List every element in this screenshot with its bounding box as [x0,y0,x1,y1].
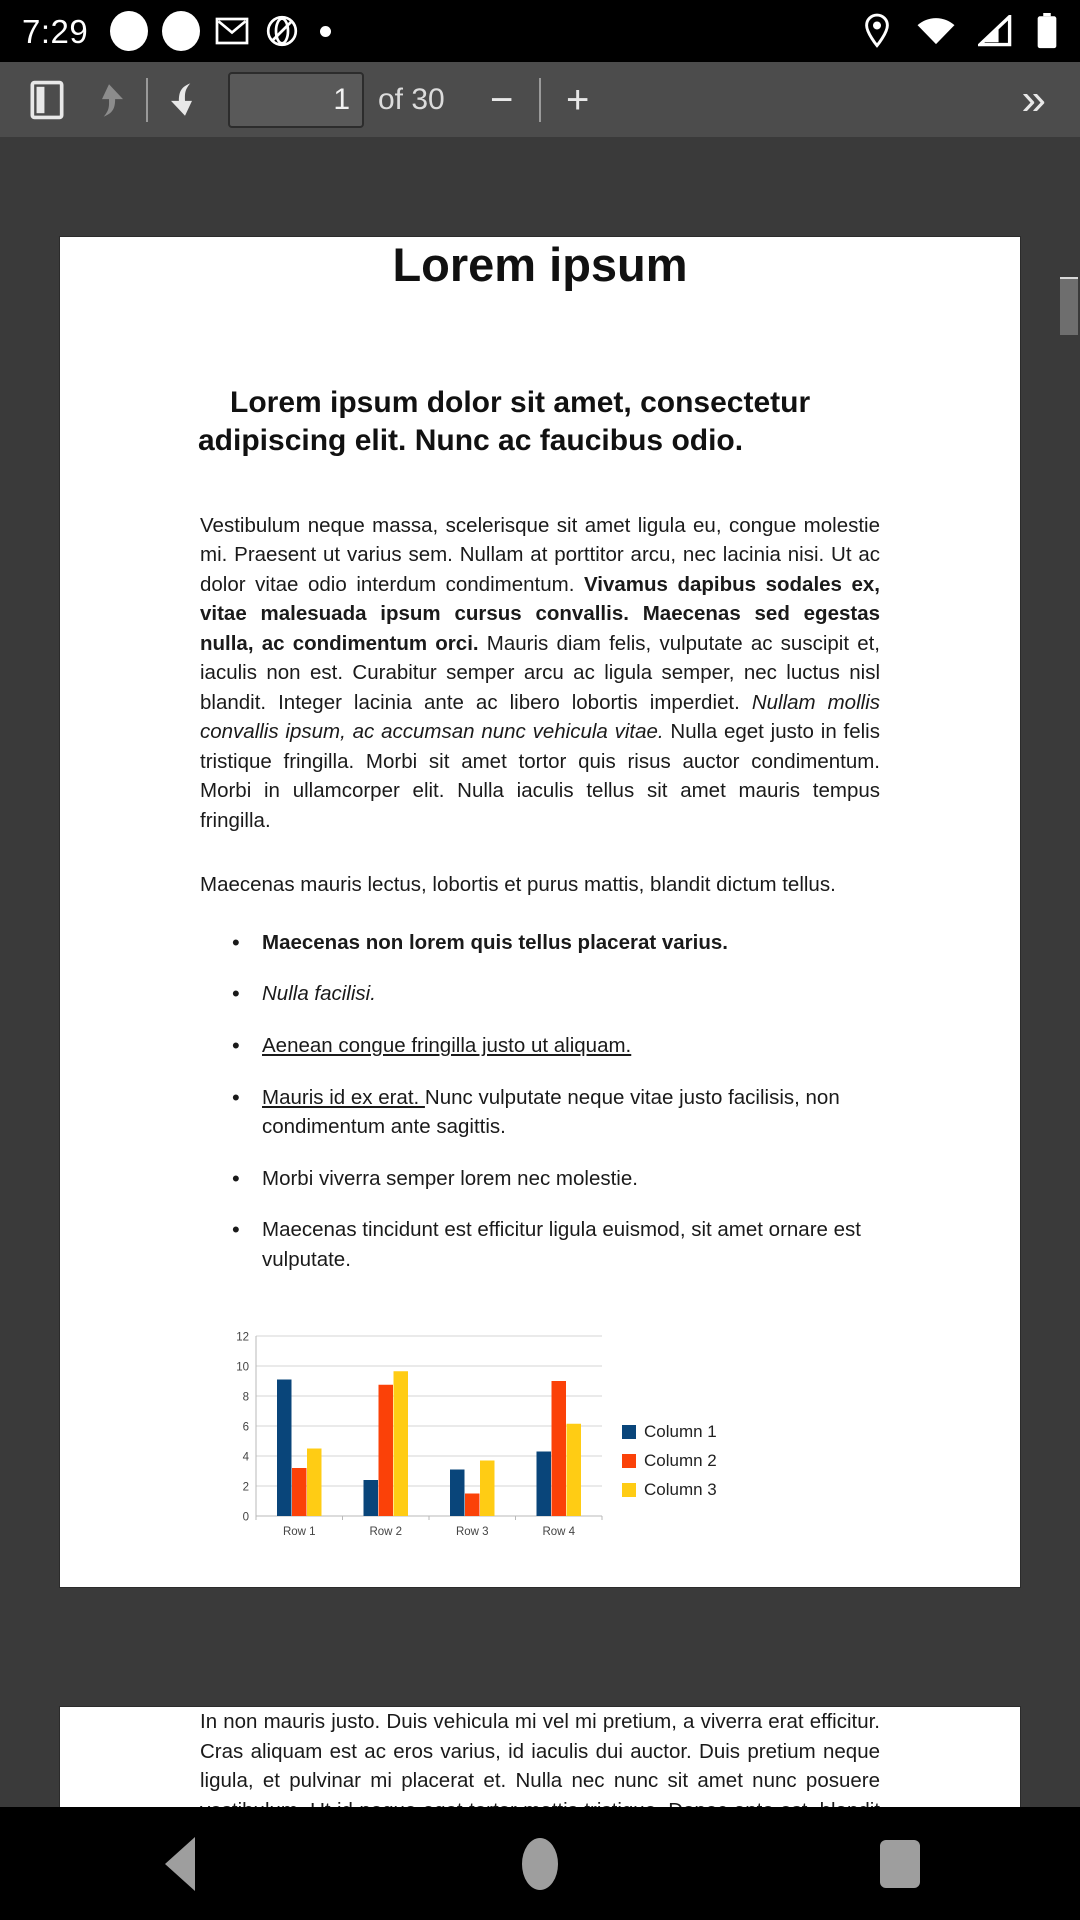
gmail-icon [214,13,250,49]
legend-entry: Column 3 [622,1480,717,1500]
list-item: Nulla facilisi. [228,979,880,1010]
list-item: Morbi viverra semper lorem nec molestie. [228,1163,880,1194]
document-bullet-list: Maecenas non lorem quis tellus placerat … [228,927,880,1274]
legend-swatch [622,1425,636,1440]
next-page-button[interactable] [154,69,216,131]
previous-page-button[interactable] [78,69,140,131]
sidebar-toggle-button[interactable] [16,69,78,131]
svg-text:8: 8 [243,1392,249,1404]
wifi-icon [916,15,956,47]
status-bar-clock: 7:29 [22,12,89,50]
svg-text:6: 6 [243,1422,249,1434]
chart-legend: Column 1 Column 2 Column 3 [622,1422,717,1556]
svg-text:0: 0 [243,1512,249,1524]
list-item-text: Nulla facilisi. [262,982,376,1006]
list-item: Aenean congue fringilla justo ut aliquam… [228,1030,880,1061]
pdf-viewer-toolbar: of 30 − + » [0,62,1080,137]
svg-text:Row 2: Row 2 [369,1526,402,1538]
legend-label: Column 2 [644,1451,717,1471]
home-circle-icon [522,1837,558,1890]
location-pin-icon [860,13,894,49]
svg-text:4: 4 [243,1452,250,1464]
back-triangle-icon [165,1836,195,1891]
legend-entry: Column 1 [622,1422,717,1442]
list-item-text: Aenean congue fringilla justo ut aliquam… [262,1034,632,1057]
arrow-up-icon [88,79,130,121]
bar-chart-canvas: 0 2 4 6 8 10 12 Row 1 Row 2 Row 3 Row 4 [236,1332,603,1538]
nav-back-button[interactable] [120,1807,240,1920]
toolbar-divider [146,77,148,122]
document-paragraph-1: Vestibulum neque massa, scelerisque sit … [200,511,880,836]
svg-text:10: 10 [236,1362,249,1374]
android-navigation-bar [0,1807,1080,1920]
pdf-page-1: Lorem ipsum Lorem ipsum dolor sit amet, … [60,237,1020,1587]
more-options-button[interactable]: » [1022,77,1064,122]
svg-text:12: 12 [236,1332,249,1344]
zoom-out-button[interactable]: − [471,80,533,120]
bar-chart: 0 2 4 6 8 10 12 Row 1 Row 2 Row 3 Row 4 Column 1 C… [220,1326,860,1556]
list-item-text: Morbi viverra semper lorem nec molestie. [262,1166,638,1190]
nav-recents-button[interactable] [840,1807,960,1920]
legend-label: Column 1 [644,1422,717,1442]
status-bar-system-icons [860,13,1058,49]
list-item: Maecenas tincidunt est efficitur ligula … [228,1214,880,1274]
document-title: Lorem ipsum [392,238,688,291]
document-heading: Lorem ipsum dolor sit amet, consectetur … [198,386,811,458]
vertical-scrollbar[interactable] [1058,137,1080,1807]
svg-text:Row 3: Row 3 [456,1526,489,1538]
list-item: Mauris id ex erat. Nunc vulputate neque … [228,1082,880,1142]
cellular-signal-icon [978,15,1014,47]
document-scroll-area[interactable]: Lorem ipsum Lorem ipsum dolor sit amet, … [0,137,1080,1807]
legend-swatch [622,1454,636,1469]
recents-square-icon [880,1839,920,1888]
svg-text:Row 4: Row 4 [542,1526,575,1538]
svg-text:Row 1: Row 1 [283,1526,316,1538]
battery-icon [1036,13,1058,49]
scrollbar-thumb[interactable] [1060,277,1078,335]
page-number-input[interactable] [228,71,364,128]
pdf-page-2: In non mauris justo. Duis vehicula mi ve… [60,1707,1020,1807]
small-dot-icon [320,25,332,37]
opera-icon [264,13,300,49]
toolbar-divider [538,77,541,122]
page2-paragraph: In non mauris justo. Duis vehicula mi ve… [200,1710,880,1807]
zoom-in-button[interactable]: + [547,80,609,120]
sidebar-toggle-icon [25,78,69,122]
legend-label: Column 3 [644,1480,717,1500]
arrow-down-icon [164,79,206,121]
status-bar-notification-icons [110,11,332,51]
list-item-text: Maecenas non lorem quis tellus placerat … [262,930,728,954]
list-item-text: Maecenas tincidunt est efficitur ligula … [262,1218,861,1271]
list-item-text-underlined: Mauris id ex erat. [262,1085,425,1109]
circle-icon [162,11,201,51]
list-item: Maecenas non lorem quis tellus placerat … [228,927,880,958]
legend-swatch [622,1483,636,1498]
svg-text:2: 2 [243,1482,249,1494]
page-count-label: of 30 [378,82,445,116]
legend-entry: Column 2 [622,1451,717,1471]
android-status-bar: 7:29 [0,0,1080,62]
nav-home-button[interactable] [480,1807,600,1920]
circle-icon [110,11,149,51]
document-paragraph-2: Maecenas mauris lectus, lobortis et puru… [200,873,836,897]
